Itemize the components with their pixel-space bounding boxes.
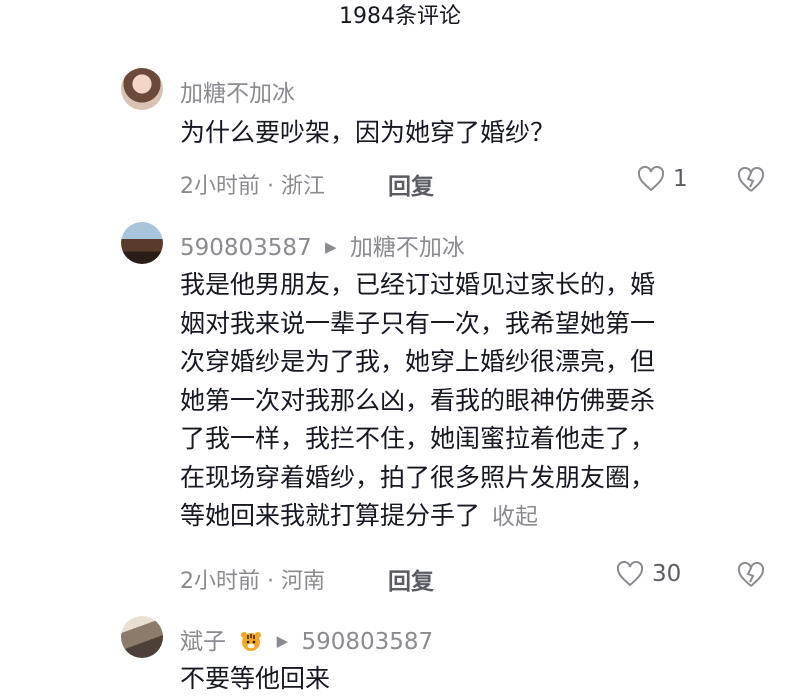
comment-line: 我是他男朋友，已经订过婚见过家长的，婚: [180, 270, 656, 299]
broken-heart-icon: [737, 562, 765, 587]
comment-line: 了我一样，我拦不住，她闺蜜拉着他走了，: [180, 424, 656, 453]
avatar[interactable]: [121, 68, 163, 110]
broken-heart-icon: [737, 167, 765, 192]
reply-button[interactable]: 回复: [388, 562, 434, 596]
comment-last-line: 等她回来我就打算提分手了 收起: [180, 497, 655, 537]
collapse-button[interactable]: 收起: [492, 504, 538, 530]
comment-username-line: 590803587 ▶ 加糖不加冰: [180, 228, 465, 262]
comment-line: 等她回来我就打算提分手了: [180, 501, 481, 530]
dislike-button[interactable]: [737, 167, 765, 193]
comment-line: 次穿婚纱是为了我，她穿上婚纱很漂亮，但: [180, 347, 656, 376]
comment-meta: 2小时前 · 河南: [180, 569, 325, 594]
comments-count-title: 1984条评论: [339, 4, 461, 29]
triangle-right-icon: ▶: [325, 238, 337, 256]
comment-username-line: 斌子 ▶ 590803587: [180, 622, 433, 656]
comment-username[interactable]: 斌子: [180, 629, 226, 655]
like-button[interactable]: 30: [616, 561, 681, 587]
like-count: 1: [673, 166, 688, 192]
comment-line: 在现场穿着婚纱，拍了很多照片发朋友圈，: [180, 462, 656, 492]
comment-username[interactable]: 加糖不加冰: [180, 74, 295, 108]
triangle-right-icon: ▶: [276, 632, 289, 650]
comment-text: 我是他男朋友，已经订过婚见过家长的，婚 姻对我来说一辈子只有一次，我希望她第一 …: [180, 266, 655, 537]
heart-outline-icon: [637, 166, 665, 192]
comment-meta: 2小时前 · 浙江: [180, 174, 325, 199]
tiger-emoji: [241, 632, 262, 651]
comment-line: 姻对我来说一辈子只有一次，我希望她第一: [180, 308, 656, 338]
like-count: 30: [652, 561, 682, 587]
reply-to-username[interactable]: 590803587: [301, 629, 433, 655]
heart-outline-icon: [616, 561, 644, 587]
comment-username[interactable]: 590803587: [180, 235, 312, 261]
reply-button[interactable]: 回复: [388, 167, 434, 201]
comment-line: 她第一次对我那么凶，看我的眼神仿佛要杀: [180, 385, 656, 415]
like-button[interactable]: 1: [637, 166, 688, 192]
reply-to-username[interactable]: 加糖不加冰: [350, 235, 465, 261]
avatar[interactable]: [121, 222, 163, 264]
comment-text: 为什么要吵架，因为她穿了婚纱？: [180, 118, 556, 147]
comment-text: 不要等他回来: [180, 664, 331, 693]
avatar[interactable]: [121, 616, 163, 658]
dislike-button[interactable]: [737, 562, 765, 588]
